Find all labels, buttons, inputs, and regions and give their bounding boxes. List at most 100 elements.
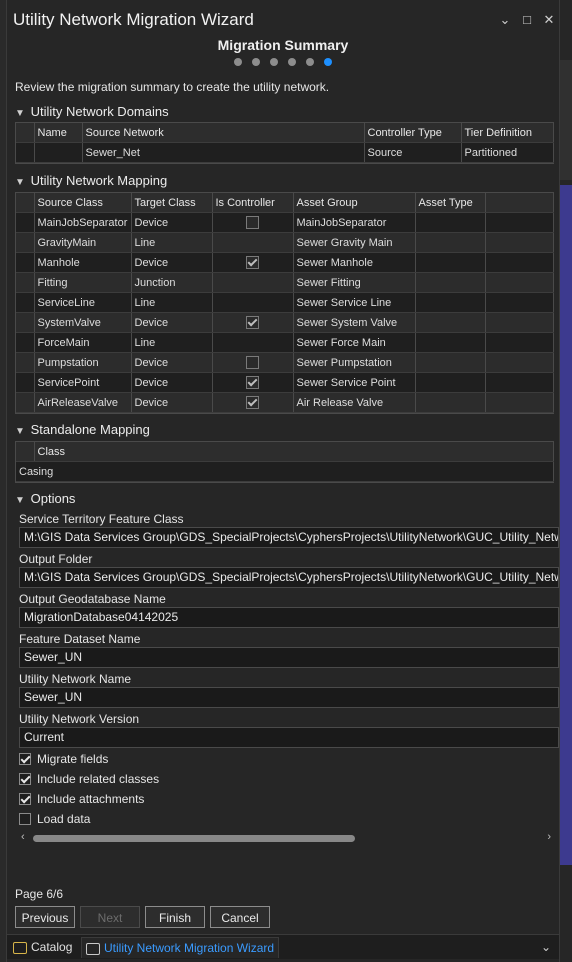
is-controller-checkbox[interactable] bbox=[246, 376, 259, 389]
is-controller-checkbox[interactable] bbox=[246, 396, 259, 409]
un-version-field[interactable]: Current bbox=[19, 727, 559, 748]
table-row[interactable]: Manhole Device Sewer Manhole bbox=[16, 252, 554, 273]
row-header bbox=[16, 392, 35, 413]
checkbox-box[interactable] bbox=[19, 773, 31, 785]
table-row[interactable]: Fitting Junction Sewer Fitting bbox=[16, 272, 554, 293]
tab-catalog-label: Catalog bbox=[31, 940, 73, 954]
cell-target-class: Device bbox=[131, 252, 213, 273]
section-options-label: Options bbox=[30, 491, 76, 506]
column-header-filler bbox=[485, 193, 554, 213]
horizontal-scrollbar[interactable]: ‹ › bbox=[19, 831, 553, 844]
cell-target-class: Device bbox=[131, 392, 213, 413]
maximize-icon[interactable]: □ bbox=[521, 12, 533, 28]
scroll-right-icon[interactable]: › bbox=[547, 831, 551, 843]
cell-asset-group: Sewer System Valve bbox=[293, 312, 416, 333]
table-row[interactable]: Casing bbox=[16, 461, 554, 482]
section-standalone-label: Standalone Mapping bbox=[30, 422, 150, 437]
column-header-asset-group[interactable]: Asset Group bbox=[293, 193, 416, 213]
tab-migration-wizard[interactable]: Utility Network Migration Wizard bbox=[81, 937, 280, 958]
cell-controller-type: Source bbox=[364, 142, 462, 163]
previous-button[interactable]: Previous bbox=[15, 906, 75, 928]
is-controller-checkbox[interactable] bbox=[246, 216, 259, 229]
is-controller-checkbox[interactable] bbox=[246, 256, 259, 269]
scrollbar-thumb[interactable] bbox=[33, 835, 355, 842]
table-row[interactable]: ForceMain Line Sewer Force Main bbox=[16, 332, 554, 353]
include-attachments-checkbox[interactable]: Include attachments bbox=[19, 792, 144, 806]
section-domains[interactable]: ▼ Utility Network Domains bbox=[15, 104, 169, 119]
cell-target-class: Line bbox=[131, 292, 213, 313]
output-folder-label: Output Folder bbox=[19, 552, 93, 566]
cancel-button[interactable]: Cancel bbox=[210, 906, 270, 928]
un-name-field[interactable]: Sewer_UN bbox=[19, 687, 559, 708]
cell-is-controller bbox=[212, 312, 294, 333]
column-header-name[interactable]: Name bbox=[34, 123, 83, 143]
checkbox-box[interactable] bbox=[19, 793, 31, 805]
tab-wizard-label: Utility Network Migration Wizard bbox=[104, 941, 275, 955]
column-header-asset-type[interactable]: Asset Type bbox=[415, 193, 486, 213]
chevron-down-icon: ▼ bbox=[15, 426, 25, 437]
row-header bbox=[16, 292, 35, 313]
column-header-target-class[interactable]: Target Class bbox=[131, 193, 213, 213]
table-row[interactable]: MainJobSeparator Device MainJobSeparator bbox=[16, 212, 554, 233]
section-domains-label: Utility Network Domains bbox=[30, 104, 169, 119]
cell-source-class: Fitting bbox=[34, 272, 132, 293]
close-icon[interactable]: ✕ bbox=[543, 12, 555, 28]
load-data-checkbox[interactable]: Load data bbox=[19, 812, 90, 826]
row-header bbox=[16, 332, 35, 353]
column-header-is-controller[interactable]: Is Controller bbox=[212, 193, 294, 213]
column-header-controller-type[interactable]: Controller Type bbox=[364, 123, 462, 143]
table-row[interactable]: Pumpstation Device Sewer Pumpstation bbox=[16, 352, 554, 373]
output-folder-field[interactable]: M:\GIS Data Services Group\GDS_SpecialPr… bbox=[19, 567, 559, 588]
checkbox-label: Load data bbox=[37, 812, 91, 826]
tab-catalog[interactable]: Catalog bbox=[9, 937, 76, 957]
dataset-name-field[interactable]: Sewer_UN bbox=[19, 647, 559, 668]
cell-filler bbox=[485, 332, 554, 353]
is-controller-checkbox[interactable] bbox=[246, 316, 259, 329]
column-header-source-class[interactable]: Source Class bbox=[34, 193, 132, 213]
scroll-left-icon[interactable]: ‹ bbox=[21, 831, 25, 843]
cell-is-controller bbox=[212, 252, 294, 273]
next-button[interactable]: Next bbox=[80, 906, 140, 928]
table-row[interactable]: ServicePoint Device Sewer Service Point bbox=[16, 372, 554, 393]
cell-target-class: Device bbox=[131, 352, 213, 373]
table-row[interactable]: GravityMain Line Sewer Gravity Main bbox=[16, 232, 554, 253]
include-related-classes-checkbox[interactable]: Include related classes bbox=[19, 772, 159, 786]
cell-asset-group: Sewer Manhole bbox=[293, 252, 416, 273]
column-header-class[interactable]: Class bbox=[34, 442, 554, 462]
cell-source-class: Pumpstation bbox=[34, 352, 132, 373]
gdb-name-field[interactable]: MigrationDatabase04142025 bbox=[19, 607, 559, 628]
cell-source-class: GravityMain bbox=[34, 232, 132, 253]
checkbox-box[interactable] bbox=[19, 813, 31, 825]
cell-name bbox=[34, 142, 83, 163]
cell-target-class: Line bbox=[131, 332, 213, 353]
column-header-tier-definition[interactable]: Tier Definition bbox=[461, 123, 554, 143]
migrate-fields-checkbox[interactable]: Migrate fields bbox=[19, 752, 108, 766]
service-territory-field[interactable]: M:\GIS Data Services Group\GDS_SpecialPr… bbox=[19, 527, 559, 548]
cell-asset-group: Sewer Service Point bbox=[293, 372, 416, 393]
section-options[interactable]: ▼ Options bbox=[15, 491, 75, 506]
cell-asset-type bbox=[415, 212, 486, 233]
table-row[interactable]: SystemValve Device Sewer System Valve bbox=[16, 312, 554, 333]
column-header-source-network[interactable]: Source Network bbox=[82, 123, 365, 143]
tab-overflow-icon[interactable]: ⌄ bbox=[537, 937, 555, 957]
section-mapping[interactable]: ▼ Utility Network Mapping bbox=[15, 173, 167, 188]
step-dot-1 bbox=[234, 58, 242, 66]
cell-is-controller bbox=[212, 232, 294, 253]
cell-source-class: AirReleaseValve bbox=[34, 392, 132, 413]
is-controller-checkbox[interactable] bbox=[246, 356, 259, 369]
finish-button[interactable]: Finish bbox=[145, 906, 205, 928]
table-row[interactable]: Sewer_Net Source Partitioned bbox=[16, 142, 554, 163]
cell-asset-type bbox=[415, 352, 486, 373]
chevron-down-icon[interactable]: ⌄ bbox=[499, 12, 511, 28]
section-standalone[interactable]: ▼ Standalone Mapping bbox=[15, 422, 150, 437]
checkbox-box[interactable] bbox=[19, 753, 31, 765]
cell-filler bbox=[485, 252, 554, 273]
table-row[interactable]: ServiceLine Line Sewer Service Line bbox=[16, 292, 554, 313]
cell-asset-group: Sewer Service Line bbox=[293, 292, 416, 313]
cell-asset-type bbox=[415, 312, 486, 333]
row-header bbox=[16, 142, 35, 163]
row-header bbox=[16, 272, 35, 293]
chevron-down-icon: ▼ bbox=[15, 108, 25, 119]
table-row[interactable]: AirReleaseValve Device Air Release Valve bbox=[16, 392, 554, 413]
step-dot-4 bbox=[288, 58, 296, 66]
